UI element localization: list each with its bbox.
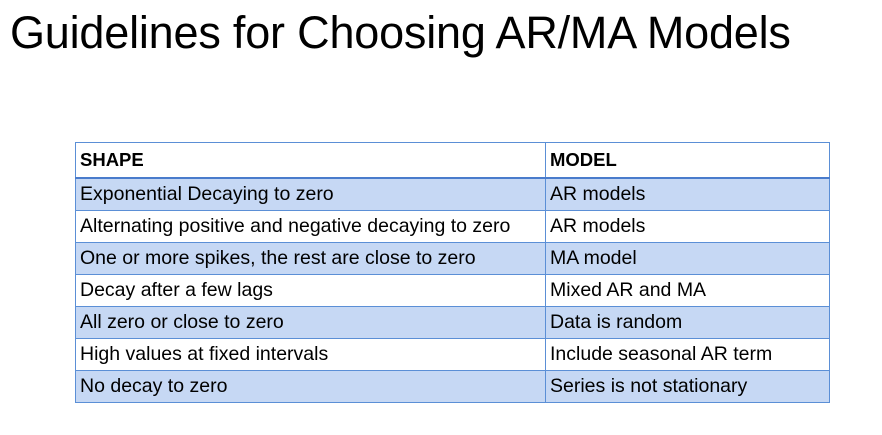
model-cell: Include seasonal AR term: [545, 338, 830, 371]
shape-cell: One or more spikes, the rest are close t…: [75, 242, 546, 275]
shape-cell: Decay after a few lags: [75, 274, 546, 307]
column-header-shape: SHAPE: [75, 142, 546, 179]
table-row: High values at fixed intervals Include s…: [75, 338, 830, 371]
table-row: All zero or close to zero Data is random: [75, 306, 830, 339]
table-row: Decay after a few lags Mixed AR and MA: [75, 274, 830, 307]
table-header-row: SHAPE MODEL: [75, 142, 830, 179]
table-row: One or more spikes, the rest are close t…: [75, 242, 830, 275]
table-row: Exponential Decaying to zero AR models: [75, 177, 830, 211]
table-row: No decay to zero Series is not stationar…: [75, 370, 830, 403]
model-cell: Mixed AR and MA: [545, 274, 830, 307]
column-header-model: MODEL: [545, 142, 830, 179]
shape-cell: No decay to zero: [75, 370, 546, 403]
model-cell: AR models: [545, 210, 830, 243]
table-row: Alternating positive and negative decayi…: [75, 210, 830, 243]
model-cell: Series is not stationary: [545, 370, 830, 403]
shape-cell: Exponential Decaying to zero: [75, 177, 546, 211]
slide-title: Guidelines for Choosing AR/MA Models: [10, 7, 791, 58]
model-cell: Data is random: [545, 306, 830, 339]
model-cell: AR models: [545, 177, 830, 211]
model-cell: MA model: [545, 242, 830, 275]
shape-cell: Alternating positive and negative decayi…: [75, 210, 546, 243]
shape-cell: All zero or close to zero: [75, 306, 546, 339]
shape-cell: High values at fixed intervals: [75, 338, 546, 371]
guidelines-table: SHAPE MODEL Exponential Decaying to zero…: [75, 142, 830, 403]
